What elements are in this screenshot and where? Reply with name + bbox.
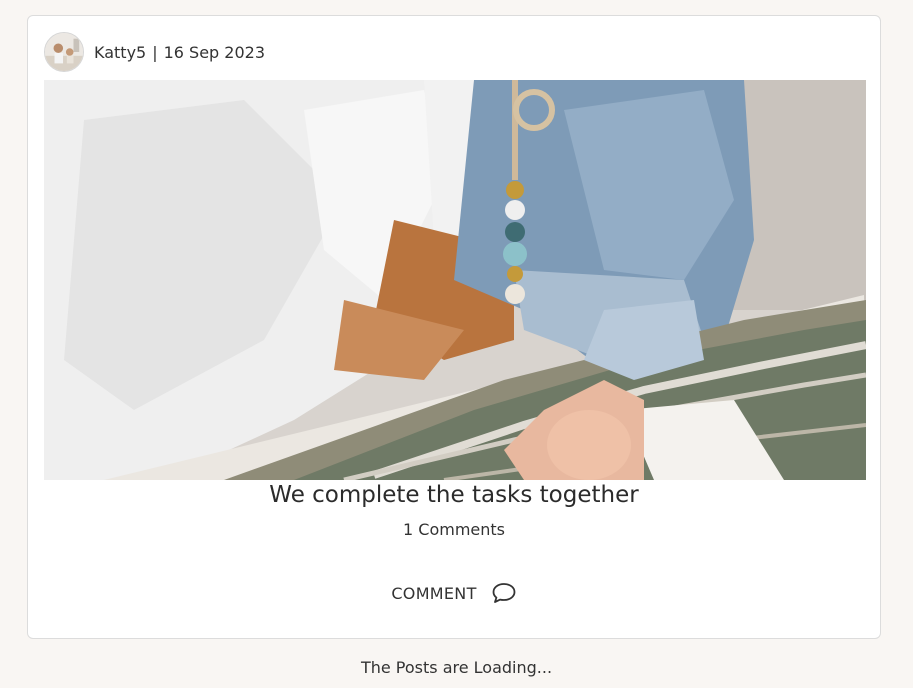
post-date: 16 Sep 2023	[163, 42, 266, 62]
comment-button-label[interactable]: COMMENT	[391, 584, 476, 603]
post-meta: Katty5 | 16 Sep 2023	[94, 43, 265, 62]
author-name[interactable]: Katty5	[94, 43, 146, 62]
avatar-image	[45, 33, 83, 71]
post-photo	[44, 80, 866, 480]
post-image[interactable]	[44, 80, 866, 480]
post-header: Katty5 | 16 Sep 2023	[44, 32, 265, 72]
post-title[interactable]: We complete the tasks together	[28, 480, 880, 510]
comment-button[interactable]: COMMENT	[28, 581, 880, 605]
meta-separator: |	[152, 42, 158, 62]
comments-count[interactable]: 1 Comments	[28, 519, 880, 541]
loading-text: The Posts are Loading...	[360, 658, 553, 677]
speech-bubble-icon[interactable]	[491, 581, 517, 605]
author-avatar[interactable]	[44, 32, 84, 72]
post-card: Katty5 | 16 Sep 2023 We complete the tas…	[27, 15, 881, 639]
